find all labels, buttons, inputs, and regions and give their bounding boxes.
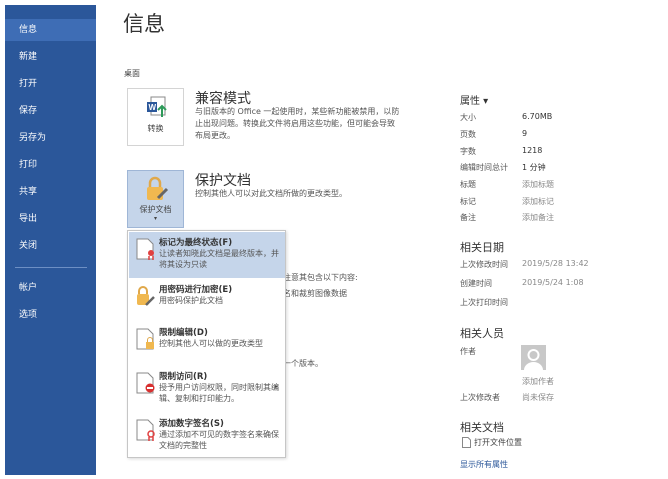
protect-description: 控制其他人可以对此文档所做的更改类型。 [195, 189, 347, 198]
compat-desc-line: 止出现问题。转换此文件将启用这些功能，但可能会导致 [195, 119, 395, 128]
sidebar-item-account[interactable]: 帐户 [5, 277, 96, 299]
page-title: 信息 [123, 12, 165, 36]
compat-title: 兼容模式 [195, 91, 251, 107]
date-label: 创建时间 [460, 279, 492, 288]
last-modified-by-label: 上次修改者 [460, 393, 500, 402]
menu-item-title: 限制访问(R) [159, 372, 208, 382]
last-modified-date: 2019/5/28 13:42 [522, 259, 589, 268]
compat-desc-line: 布局更改。 [195, 131, 235, 140]
convert-label: 转换 [147, 124, 164, 133]
add-author-link[interactable]: 添加作者 [522, 376, 554, 387]
protect-title: 保护文档 [195, 173, 251, 189]
document-location: 桌面 [124, 69, 140, 78]
svg-text:W: W [148, 103, 156, 112]
related-people-heading: 相关人员 [460, 327, 504, 340]
word-convert-icon: W [146, 96, 167, 117]
inspect-text: 注意其包含以下内容: [283, 273, 358, 282]
submenu-arrow-icon: ▸ [275, 383, 279, 390]
protect-label: 保护文档 [139, 205, 172, 214]
open-file-location-label: 打开文件位置 [474, 438, 522, 447]
date-label: 上次打印时间 [460, 298, 508, 307]
chevron-down-icon: ▾ [153, 215, 157, 222]
menu-item-title: 用密码进行加密(E) [159, 285, 233, 295]
inspect-text: 名和裁剪图像数据 [283, 289, 347, 298]
created-date: 2019/5/24 1:08 [522, 278, 584, 287]
sidebar-divider [15, 267, 87, 268]
versions-text: 一个版本。 [283, 359, 323, 368]
menu-item-desc: 控制其他人可以做的更改类型 [159, 339, 263, 348]
menu-item-restrict-editing[interactable]: 限制编辑(D) 控制其他人可以做的更改类型 [129, 322, 285, 362]
prop-size: 6.70MB [522, 112, 553, 121]
convert-button[interactable]: W 转换 [127, 88, 184, 146]
menu-item-mark-final[interactable]: 标记为最终状态(F) 让读者知晓此文档是最终版本，并将其设为只读 [129, 232, 285, 278]
sidebar-item-save-as[interactable]: 另存为 [5, 127, 96, 149]
prop-label: 备注 [460, 213, 476, 222]
prop-words: 1218 [522, 146, 543, 155]
document-lock-icon [136, 328, 154, 350]
sidebar-item-export[interactable]: 导出 [5, 208, 96, 230]
prop-edit-time: 1 分钟 [522, 163, 546, 172]
prop-label: 标题 [460, 180, 476, 189]
menu-item-restrict-access[interactable]: 限制访问(R) 授予用户访问权限，同时限制其编辑、复制和打印能力。 ▸ [129, 366, 285, 412]
sidebar-item-print[interactable]: 打印 [5, 154, 96, 176]
prop-pages: 9 [522, 129, 528, 138]
menu-item-title: 添加数字签名(S) [159, 419, 224, 429]
open-file-location-link[interactable]: 打开文件位置 [462, 437, 522, 448]
prop-comments-input[interactable]: 添加备注 [522, 212, 554, 223]
sidebar: 信息 新建 打开 保存 另存为 打印 共享 导出 关闭 帐户 选项 [5, 5, 96, 475]
menu-item-encrypt[interactable]: 用密码进行加密(E) 用密码保护此文档 [129, 279, 285, 319]
lock-key-icon [137, 286, 155, 306]
sidebar-item-open[interactable]: 打开 [5, 73, 96, 95]
document-block-icon [136, 372, 155, 394]
prop-label: 字数 [460, 147, 476, 156]
compat-desc-line: 与旧版本的 Office 一起使用时，某些新功能被禁用，以防 [195, 107, 400, 116]
prop-label: 编辑时间总计 [460, 163, 508, 172]
last-modified-by-value: 尚未保存 [522, 393, 554, 402]
document-icon [462, 437, 471, 448]
author-label: 作者 [460, 347, 476, 356]
menu-item-desc: 让读者知晓此文档是最终版本，并将其设为只读 [159, 249, 279, 269]
prop-label: 大小 [460, 113, 476, 122]
properties-dropdown[interactable]: 属性 ▾ [460, 92, 488, 107]
prop-label: 页数 [460, 130, 476, 139]
related-dates-heading: 相关日期 [460, 241, 504, 254]
lock-key-icon [146, 176, 168, 200]
document-ribbon-icon [136, 419, 155, 441]
date-label: 上次修改时间 [460, 260, 508, 269]
menu-item-digital-signature[interactable]: 添加数字签名(S) 通过添加不可见的数字签名来确保文档的完整性 [129, 413, 285, 457]
show-all-properties-link[interactable]: 显示所有属性 [460, 459, 508, 470]
sidebar-item-new[interactable]: 新建 [5, 46, 96, 68]
sidebar-item-info[interactable]: 信息 [5, 19, 96, 41]
menu-item-desc: 通过添加不可见的数字签名来确保文档的完整性 [159, 430, 279, 450]
prop-label: 标记 [460, 197, 476, 206]
related-docs-heading: 相关文档 [460, 421, 504, 434]
menu-item-title: 限制编辑(D) [159, 328, 208, 338]
menu-item-title: 标记为最终状态(F) [159, 238, 233, 248]
document-ribbon-icon [136, 238, 154, 260]
menu-item-desc: 用密码保护此文档 [159, 296, 223, 305]
sidebar-item-close[interactable]: 关闭 [5, 235, 96, 257]
sidebar-item-save[interactable]: 保存 [5, 100, 96, 122]
avatar-icon [521, 345, 546, 370]
compat-description: 与旧版本的 Office 一起使用时，某些新功能被禁用，以防 止出现问题。转换此… [195, 106, 399, 142]
sidebar-item-options[interactable]: 选项 [5, 304, 96, 326]
prop-tags-input[interactable]: 添加标记 [522, 196, 554, 207]
menu-item-desc: 授予用户访问权限，同时限制其编辑、复制和打印能力。 [159, 383, 279, 403]
protect-document-button[interactable]: 保护文档 ▾ [127, 170, 184, 228]
sidebar-item-share[interactable]: 共享 [5, 181, 96, 203]
protect-document-menu: 标记为最终状态(F) 让读者知晓此文档是最终版本，并将其设为只读 用密码进行加密… [127, 230, 286, 458]
prop-title-input[interactable]: 添加标题 [522, 179, 554, 190]
